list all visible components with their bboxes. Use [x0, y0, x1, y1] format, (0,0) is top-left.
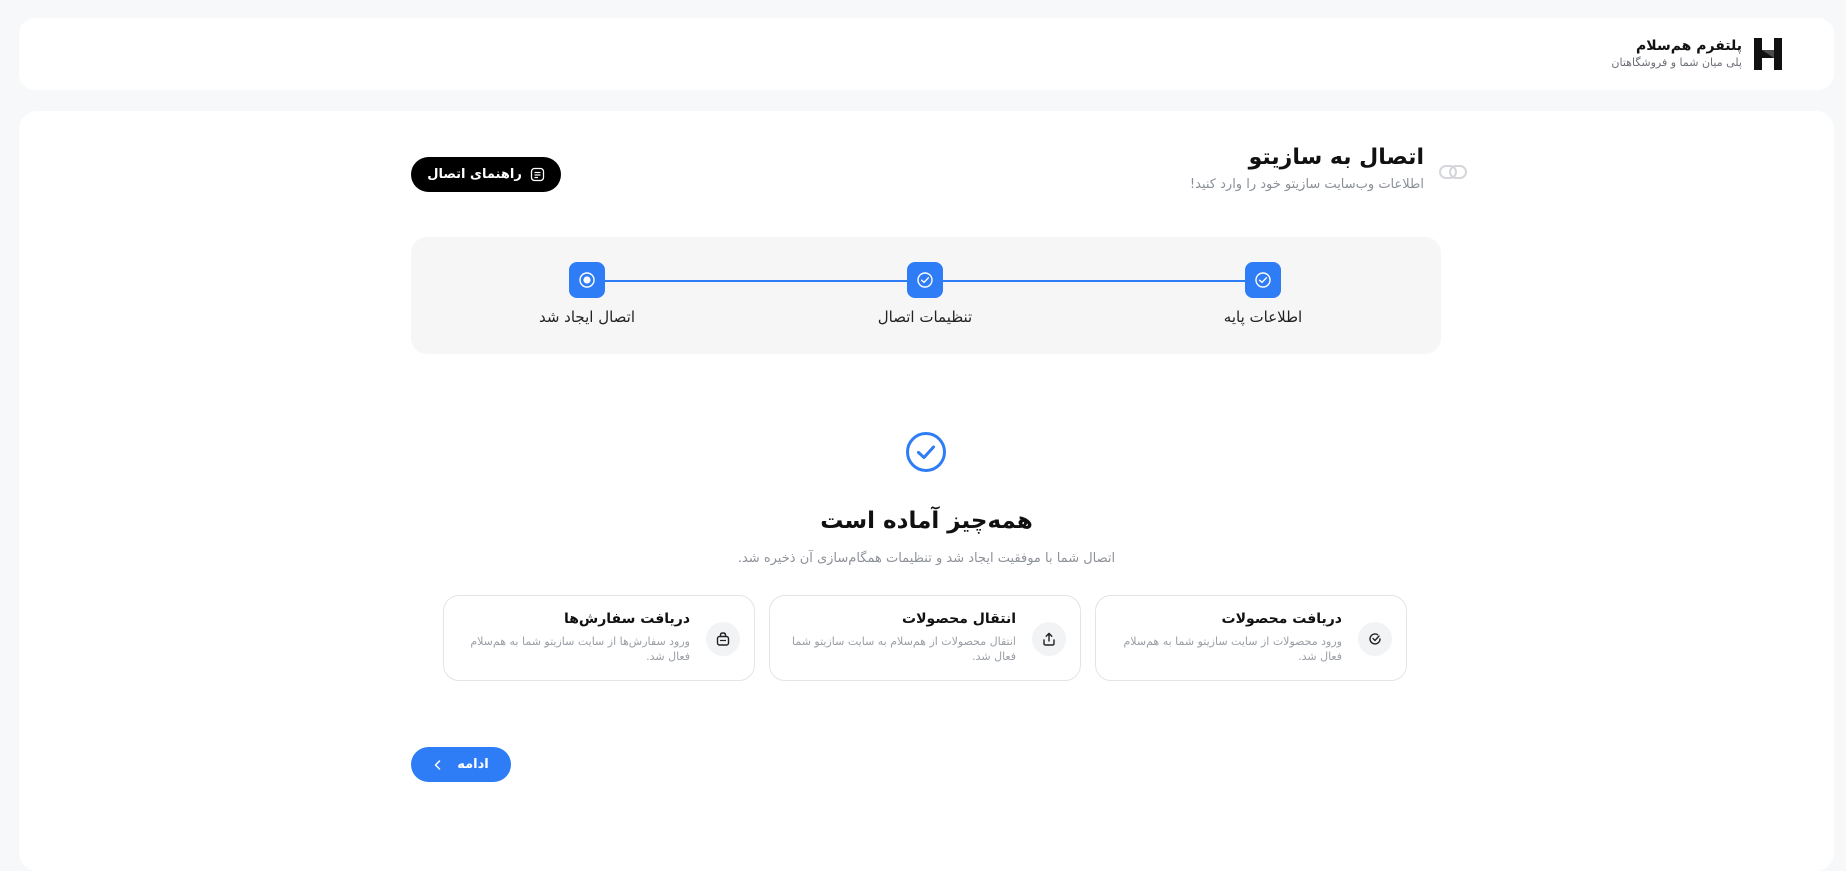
progress-stepper: اطلاعات پایه تنظیمات اتصال اتصال ایجاد ش… [411, 237, 1441, 354]
brand-logo-icon [1754, 38, 1782, 70]
brand-title: پلتفرم هم‌سلام [1636, 38, 1742, 54]
main-panel: اتصال به سازیتو اطلاعات وب‌سایت سازیتو خ… [19, 111, 1834, 871]
step-current [569, 262, 605, 298]
continue-button[interactable]: ادامه [411, 747, 511, 782]
step-basic-info[interactable]: اطلاعات پایه [1183, 262, 1343, 326]
check-circle-icon [1255, 272, 1271, 288]
brand-subtitle: پلی میان شما و فروشگاهتان [1611, 56, 1742, 69]
step-label: تنظیمات اتصال [877, 308, 973, 326]
step-connection-created[interactable]: اتصال ایجاد شد [507, 262, 667, 326]
feature-card-receive-products: دریافت محصولات ورود محصولات از سایت سازی… [1095, 595, 1407, 681]
top-header: پلتفرم هم‌سلام پلی میان شما و فروشگاهتان [19, 18, 1834, 90]
connection-guide-button[interactable]: راهنمای اتصال [411, 157, 561, 192]
success-subtitle: اتصال شما با موفقیت ایجاد شد و تنظیمات ه… [737, 551, 1116, 566]
step-check [1245, 262, 1281, 298]
page-title: اتصال به سازیتو [1248, 145, 1424, 170]
continue-label: ادامه [457, 757, 489, 772]
connection-guide-label: راهنمای اتصال [427, 167, 522, 182]
chevron-left-icon [434, 759, 441, 770]
link-icon [1439, 165, 1467, 179]
step-connection-settings[interactable]: تنظیمات اتصال [845, 262, 1005, 326]
step-check [907, 262, 943, 298]
step-label: اطلاعات پایه [1223, 308, 1303, 326]
refresh-icon [1358, 622, 1392, 656]
success-check-icon [906, 432, 946, 472]
feature-description: انتقال محصولات از هم‌سلام به سایت سازیتو… [791, 635, 1016, 663]
feature-description: ورود محصولات از سایت سازیتو شما به هم‌سل… [1123, 635, 1343, 663]
step-label: اتصال ایجاد شد [538, 308, 636, 326]
feature-card-receive-orders: دریافت سفارش‌ها ورود سفارش‌ها از سایت سا… [443, 595, 755, 681]
feature-title: دریافت سفارش‌ها [563, 611, 690, 627]
feature-card-transfer-products: انتقال محصولات انتقال محصولات از هم‌سلام… [769, 595, 1081, 681]
radio-dot-icon [579, 272, 595, 288]
feature-title: انتقال محصولات [902, 611, 1016, 627]
upload-icon [1032, 622, 1066, 656]
success-title: همه‌چیز آماده است [820, 508, 1033, 534]
check-circle-icon [917, 272, 933, 288]
feature-description: ورود سفارش‌ها از سایت سازیتو شما به هم‌س… [470, 635, 690, 663]
shopping-bag-icon [706, 622, 740, 656]
brand[interactable]: پلتفرم هم‌سلام پلی میان شما و فروشگاهتان [1611, 36, 1784, 72]
feature-title: دریافت محصولات [1221, 611, 1342, 627]
document-icon [530, 167, 544, 182]
page-subtitle: اطلاعات وب‌سایت سازیتو خود را وارد کنید! [1189, 177, 1424, 192]
